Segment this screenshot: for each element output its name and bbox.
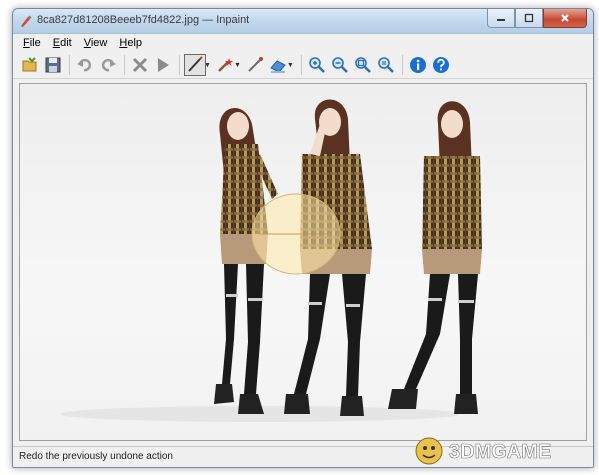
selection-tool-icon — [188, 56, 203, 72]
line-tool-button[interactable] — [244, 54, 266, 76]
info-icon — [409, 57, 426, 73]
chevron-down-icon[interactable]: ▼ — [234, 62, 241, 69]
eraser-icon — [270, 60, 286, 73]
maximize-button[interactable] — [515, 9, 543, 28]
person-right — [388, 101, 482, 414]
menu-view[interactable]: View — [78, 37, 114, 49]
undo-button[interactable] — [74, 54, 96, 76]
zoom-out-icon — [355, 57, 371, 73]
help-button[interactable] — [430, 54, 452, 76]
selection-region[interactable] — [251, 193, 341, 275]
app-window: 8ca827d81208Beeeb7fd4822.jpg — Inpaint F… — [12, 8, 594, 468]
run-button[interactable] — [152, 54, 174, 76]
selection-tool-button[interactable] — [184, 54, 206, 76]
run-icon — [158, 58, 169, 72]
save-icon — [45, 57, 61, 73]
menu-file[interactable]: File — [17, 37, 47, 49]
magic-wand-button[interactable] — [214, 54, 236, 76]
watermark-logo: 3DMGAME — [415, 437, 552, 465]
zoom-actual-button[interactable] — [375, 54, 397, 76]
zoom-in-icon — [332, 57, 348, 73]
photo-image — [60, 99, 482, 422]
toolbar-separator — [300, 55, 302, 75]
app-icon — [21, 15, 32, 27]
title-bar[interactable]: 8ca827d81208Beeeb7fd4822.jpg — Inpaint — [13, 9, 593, 34]
undo-icon — [77, 58, 92, 72]
menu-bar: File Edit View Help — [13, 34, 593, 52]
chevron-down-icon[interactable]: ▼ — [204, 62, 211, 69]
zoom-out-button[interactable] — [352, 54, 374, 76]
menu-edit[interactable]: Edit — [47, 37, 78, 49]
line-tool-icon — [248, 57, 263, 72]
zoom-actual-icon — [378, 57, 394, 73]
open-icon — [22, 57, 37, 72]
toolbar-separator — [401, 55, 403, 75]
save-button[interactable] — [42, 54, 64, 76]
close-icon — [561, 14, 569, 22]
watermark-text: 3DMGAME — [449, 441, 551, 463]
minimize-button[interactable] — [487, 9, 515, 28]
chevron-down-icon[interactable]: ▼ — [287, 62, 294, 69]
toolbar-separator — [69, 55, 70, 75]
delete-button[interactable] — [129, 54, 151, 76]
menu-help[interactable]: Help — [113, 37, 148, 49]
minimize-icon — [497, 19, 505, 21]
zoom-fit-button[interactable] — [306, 54, 328, 76]
eraser-button[interactable] — [267, 54, 289, 76]
image-canvas[interactable] — [19, 83, 587, 441]
close-button[interactable] — [543, 9, 587, 28]
delete-icon — [132, 57, 148, 73]
magic-wand-icon — [218, 58, 233, 72]
toolbar-separator — [124, 55, 125, 75]
window-title: 8ca827d81208Beeeb7fd4822.jpg — Inpaint — [37, 14, 250, 26]
maximize-icon — [524, 13, 534, 23]
zoom-in-button[interactable] — [329, 54, 351, 76]
info-button[interactable] — [407, 54, 429, 76]
redo-icon — [101, 58, 116, 72]
help-icon — [432, 57, 449, 73]
open-button[interactable] — [19, 54, 41, 76]
caption-buttons — [487, 9, 587, 28]
toolbar: ▼ ▼ ▼ — [13, 52, 593, 79]
zoom-fit-icon — [309, 57, 325, 73]
redo-button[interactable] — [97, 54, 119, 76]
toolbar-separator — [179, 55, 180, 75]
